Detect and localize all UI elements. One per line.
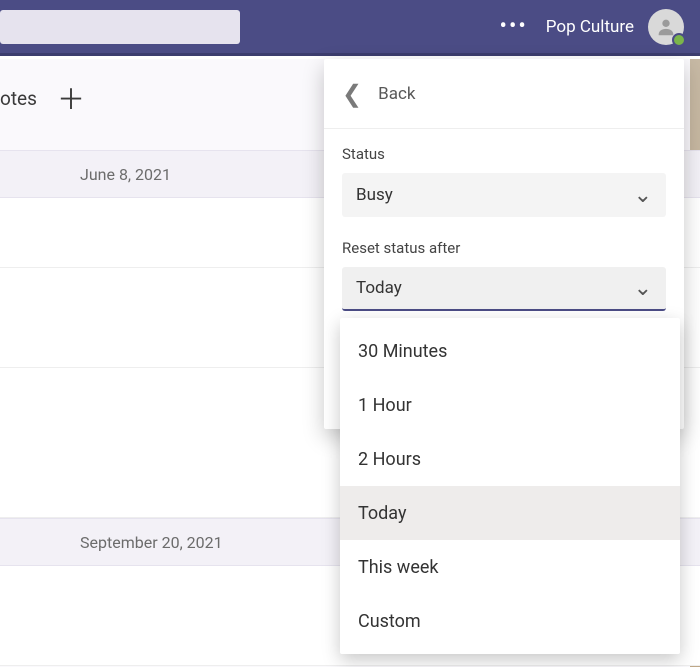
back-button[interactable]: ❮ Back bbox=[324, 59, 684, 129]
add-note-button[interactable]: ＋ bbox=[57, 78, 85, 118]
chevron-left-icon: ❮ bbox=[342, 80, 362, 108]
dropdown-option[interactable]: 30 Minutes bbox=[340, 324, 680, 378]
dropdown-option[interactable]: 2 Hours bbox=[340, 432, 680, 486]
status-value: Busy bbox=[356, 185, 393, 205]
reset-select[interactable]: Today ⌄ bbox=[342, 267, 666, 311]
presence-badge bbox=[672, 33, 686, 47]
reset-value: Today bbox=[356, 278, 402, 298]
more-icon[interactable]: ••• bbox=[500, 16, 528, 38]
org-name: Pop Culture bbox=[546, 17, 634, 37]
top-bar: ••• Pop Culture bbox=[0, 0, 700, 56]
chevron-down-icon: ⌄ bbox=[634, 276, 652, 301]
dropdown-option[interactable]: This week bbox=[340, 540, 680, 594]
dropdown-option[interactable]: Custom bbox=[340, 594, 680, 648]
notes-header: otes ＋ bbox=[0, 72, 85, 124]
notes-title: otes bbox=[0, 87, 37, 110]
search-input[interactable] bbox=[0, 10, 240, 44]
avatar[interactable] bbox=[648, 9, 684, 45]
status-label: Status bbox=[342, 145, 666, 163]
dropdown-option[interactable]: Today bbox=[340, 486, 680, 540]
back-label: Back bbox=[378, 84, 415, 104]
chevron-down-icon: ⌄ bbox=[634, 183, 652, 208]
reset-label: Reset status after bbox=[342, 239, 666, 257]
status-select[interactable]: Busy ⌄ bbox=[342, 173, 666, 217]
reset-dropdown: 30 Minutes1 Hour2 HoursTodayThis weekCus… bbox=[340, 318, 680, 654]
dropdown-option[interactable]: 1 Hour bbox=[340, 378, 680, 432]
